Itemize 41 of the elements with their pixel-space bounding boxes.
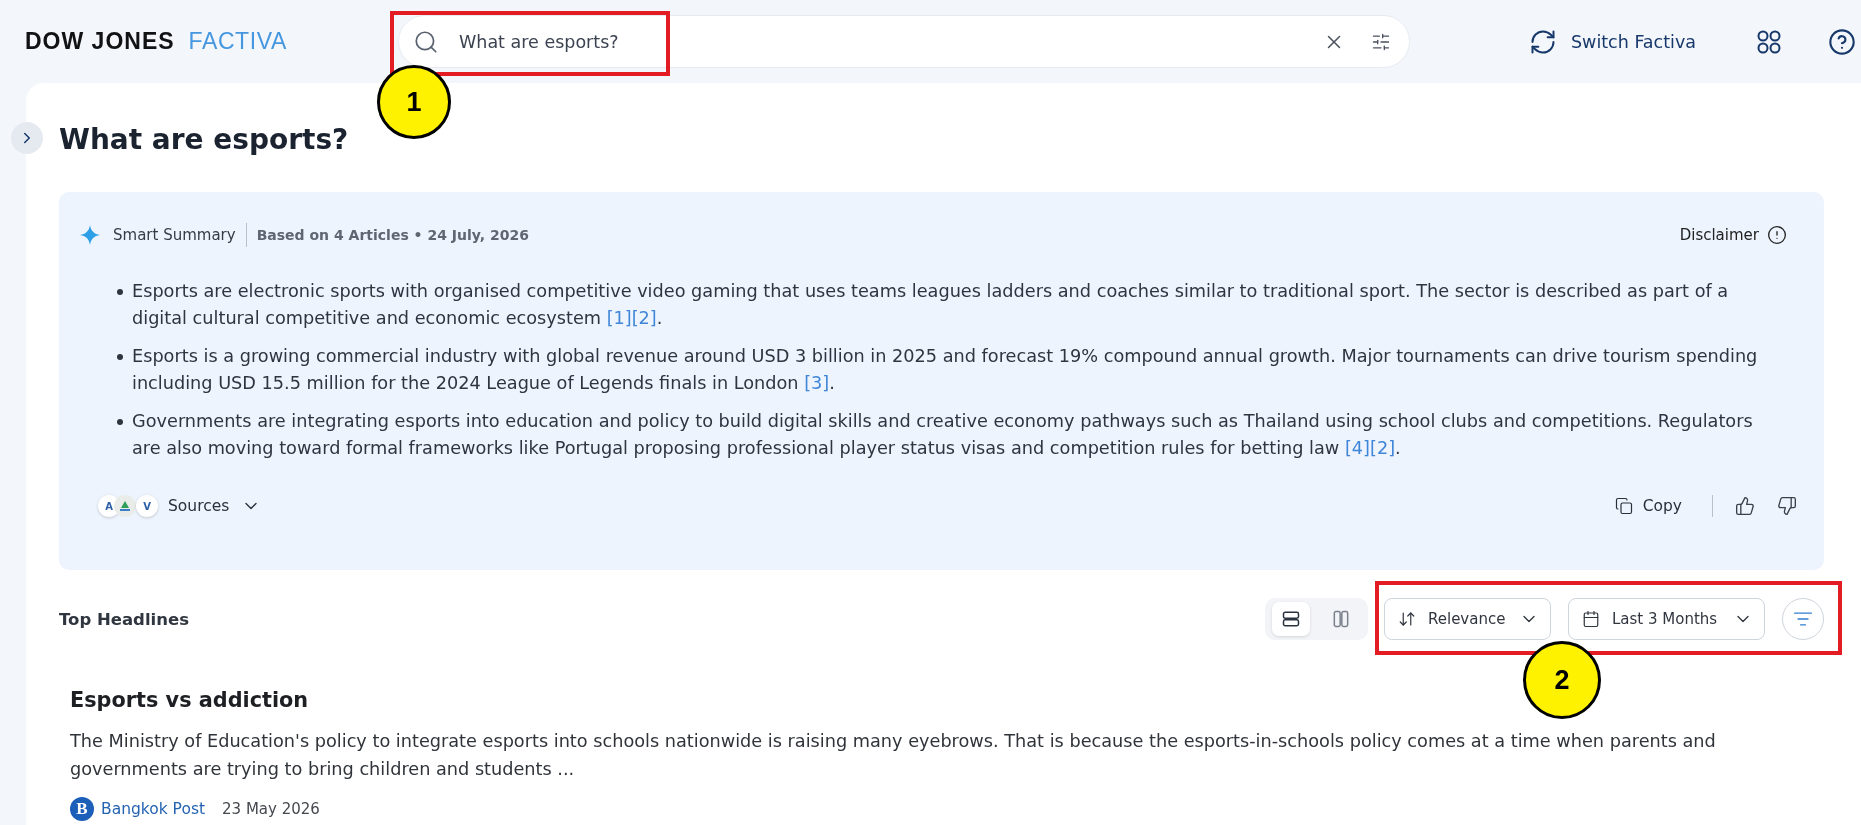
info-icon	[1767, 225, 1787, 245]
copy-icon	[1614, 497, 1633, 515]
bullet-icon	[117, 354, 123, 360]
sort-icon	[1398, 610, 1416, 628]
summary-label: Smart Summary	[113, 226, 236, 244]
summary-bullet: Esports are electronic sports with organised competitive video gaming that uses teams leagues ladders and coaches similar to traditional sport. The sector is described as part of a digital cultural competitive and economic ecosystem [1][2].	[132, 280, 1730, 330]
search-icon	[413, 28, 439, 55]
source-avatar: V	[136, 495, 158, 517]
summary-meta: Based on 4 Articles • 24 July, 2026	[256, 227, 529, 243]
publisher-link[interactable]: Bangkok Post	[101, 800, 206, 818]
callout-badge: 2	[1523, 641, 1601, 719]
date-range-dropdown[interactable]: Last 3 Months	[1568, 598, 1765, 640]
thumbs-down-icon[interactable]	[1777, 496, 1797, 516]
sources-button[interactable]: Sources	[168, 496, 262, 516]
rows-view-icon	[1281, 609, 1301, 629]
search-field[interactable]: What are esports?	[398, 15, 1410, 68]
bullet-icon	[117, 289, 123, 295]
apps-grid-icon[interactable]	[1757, 29, 1781, 54]
copy-button[interactable]: Copy	[1614, 497, 1682, 515]
calendar-icon	[1582, 610, 1600, 628]
sparkle-icon	[80, 225, 100, 245]
brand-logo[interactable]: DOW JONES FACTIVA	[25, 28, 398, 55]
page-title: What are esports?	[59, 122, 349, 158]
help-icon[interactable]	[1828, 27, 1856, 56]
filter-button[interactable]	[1782, 598, 1824, 640]
summary-bullet: Esports is a growing commercial industry with global revenue around USD 3 billion in 2025 and forecast 19% compound annual growth. Major tournaments can drive tourism spending including USD 15.5 million for the 2024 League of Legends finals in London [3].	[132, 345, 1759, 395]
disclaimer-button[interactable]: Disclaimer	[1679, 225, 1787, 245]
sort-dropdown[interactable]: Relevance	[1384, 598, 1551, 640]
article-date: 23 May 2026	[222, 800, 320, 818]
article-snippet: The Ministry of Education's policy to integrate esports into schools nationwide is raising many eyebrows. That is because the esports-in-schools policy comes at a time when parents and governments are trying to bring children and students ...	[70, 730, 1717, 781]
section-title: Top Headlines	[59, 609, 189, 629]
article-title[interactable]: Esports vs addiction	[70, 685, 309, 715]
bullet-icon	[117, 419, 123, 425]
publisher-logo: B	[70, 797, 94, 821]
summary-bullet: Governments are integrating esports into education and policy to build digital skills and creative economy pathways such as Thailand using school clubs and competitions. Regulators are also moving toward formal frameworks like Portugal proposing professional player status visas and competition rules for betting law [4][2].	[132, 410, 1754, 460]
switch-factiva-button[interactable]: Switch Factiva	[1528, 27, 1696, 56]
sliders-icon[interactable]	[1371, 31, 1391, 52]
columns-view-icon	[1331, 609, 1351, 629]
view-button[interactable]	[1272, 602, 1310, 636]
thumbs-up-icon[interactable]	[1735, 496, 1755, 516]
source-logo-icon	[114, 495, 136, 517]
